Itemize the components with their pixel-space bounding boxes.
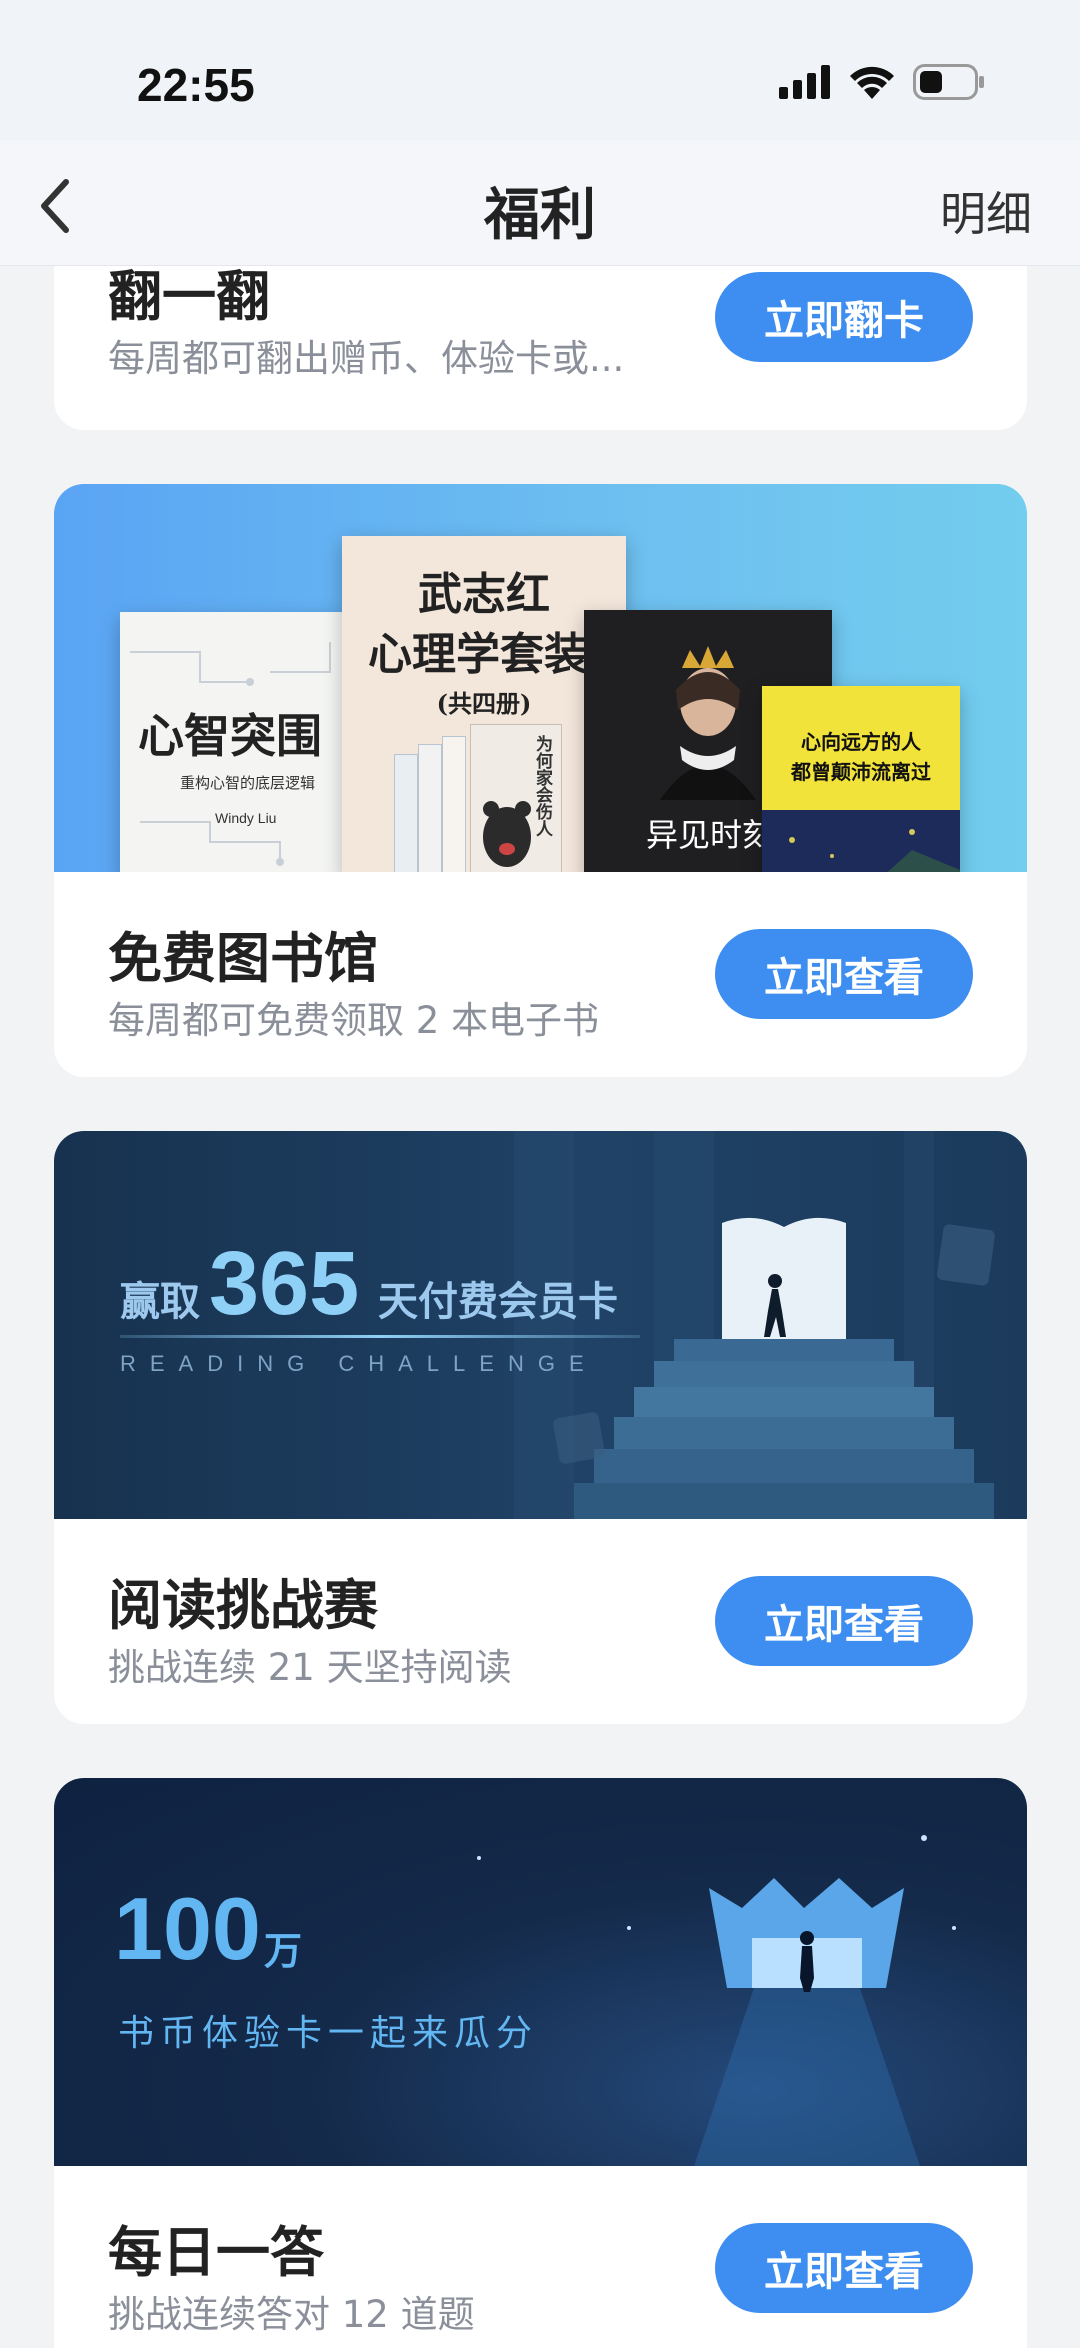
card-desc: 挑战连续答对 12 道题 <box>108 2293 475 2336</box>
card-title: 每日一答 <box>108 2221 324 2284</box>
night-sky-decoration <box>789 829 960 872</box>
battery-icon <box>913 64 984 100</box>
flip-card-button[interactable]: 立即翻卡 <box>715 272 973 362</box>
book-title: 心智突围 <box>138 709 322 763</box>
reading-challenge-banner[interactable]: 赢取 365 天付费会员卡 READING CHALLENGE <box>54 1131 1027 1519</box>
banner-prefix: 赢取 <box>120 1279 200 1325</box>
flip-card-card: 翻一翻 每周都可翻出赠币、体验卡或... 立即翻卡 <box>54 266 1027 430</box>
reading-challenge-card: 赢取 365 天付费会员卡 READING CHALLENGE 阅读挑战赛 挑战… <box>54 1131 1027 1724</box>
card-body: 阅读挑战赛 挑战连续 21 天坚持阅读 立即查看 <box>54 1519 1027 1724</box>
card-desc: 每周都可免费领取 2 本电子书 <box>108 999 600 1042</box>
page-title: 福利 <box>484 183 596 248</box>
signal-icon <box>779 65 830 99</box>
free-library-card: 心智突围 重构心智的底层逻辑 Windy Liu 武志红 心理学套装 (共四册)… <box>54 484 1027 1077</box>
wifi-icon <box>850 66 894 99</box>
status-time: 22:55 <box>137 59 255 111</box>
banner-number: 100 <box>114 1879 261 1978</box>
banner-subtitle: 书币体验卡一起来瓜分 <box>118 2013 539 2054</box>
book-author: Windy Liu <box>215 810 277 826</box>
nav-bar: 福利 明细 <box>0 140 1080 266</box>
card-desc: 每周都可翻出赠币、体验卡或... <box>108 337 625 380</box>
banner-suffix: 天付费会员卡 <box>378 1279 618 1325</box>
view-library-button[interactable]: 立即查看 <box>715 929 973 1019</box>
banner-divider <box>120 1335 640 1338</box>
book-title-line2: 心理学套装 <box>368 629 588 680</box>
card-desc: 挑战连续 21 天坚持阅读 <box>108 1646 512 1689</box>
view-quiz-button[interactable]: 立即查看 <box>715 2223 973 2313</box>
banner-unit: 万 <box>264 1929 303 1973</box>
card-title: 翻一翻 <box>108 266 270 328</box>
book-title-line2: 都曾颠沛流离过 <box>791 760 931 784</box>
card-body: 免费图书馆 每周都可免费领取 2 本电子书 立即查看 <box>54 872 1027 1077</box>
mini-books: 为何家会伤人 <box>394 724 564 872</box>
banner-number: 365 <box>209 1234 360 1334</box>
card-title: 阅读挑战赛 <box>108 1574 378 1637</box>
daily-quiz-card: 100 万 书币体验卡一起来瓜分 每日一答 挑战连续答对 12 道题 立即查看 <box>54 1778 1027 2348</box>
card-body: 每日一答 挑战连续答对 12 道题 立即查看 <box>54 2166 1027 2348</box>
welfare-list[interactable]: 翻一翻 每周都可翻出赠币、体验卡或... 立即翻卡 心智突围 重构心智的底层逻辑… <box>0 266 1080 2348</box>
status-icons <box>779 64 985 100</box>
detail-link[interactable]: 明细 <box>940 178 1032 244</box>
free-library-banner[interactable]: 心智突围 重构心智的底层逻辑 Windy Liu 武志红 心理学套装 (共四册)… <box>54 484 1027 872</box>
daily-quiz-banner[interactable]: 100 万 书币体验卡一起来瓜分 <box>54 1778 1027 2166</box>
banner-subtitle: READING CHALLENGE <box>120 1351 598 1376</box>
book-title: 异见时刻 <box>646 816 775 854</box>
view-challenge-button[interactable]: 立即查看 <box>715 1576 973 1666</box>
book-cover: 心智突围 重构心智的底层逻辑 Windy Liu <box>120 612 350 872</box>
card-title: 免费图书馆 <box>108 927 378 990</box>
book-title: 心向远方的人 <box>801 730 921 754</box>
book-subtitle: 重构心智的底层逻辑 <box>180 774 316 792</box>
bear-icon <box>483 801 531 867</box>
book-cover: 心向远方的人 都曾颠沛流离过 <box>762 686 960 872</box>
